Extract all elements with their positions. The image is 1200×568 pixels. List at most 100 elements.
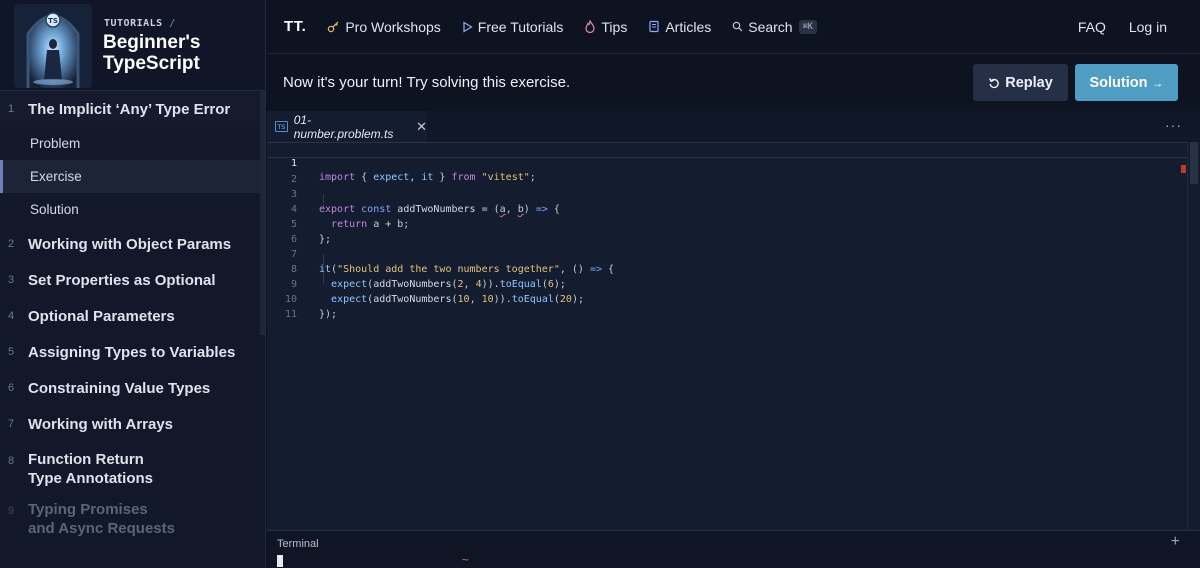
lesson-item-current[interactable]: 1 The Implicit ‘Any’ Type Error: [0, 91, 260, 127]
nav-pro-workshops[interactable]: Pro Workshops: [327, 18, 441, 35]
arrow-right-icon: →: [1151, 75, 1164, 90]
lesson-number: 9: [8, 505, 15, 517]
code-line[interactable]: 4 return a + b;: [267, 187, 1187, 230]
breadcrumb-separator: /: [169, 18, 176, 29]
course-header: TS TUTORIALS / Beginner's TypeScript: [0, 0, 265, 91]
editor-scrollbar[interactable]: [1187, 142, 1200, 530]
plus-icon[interactable]: +: [1171, 533, 1180, 551]
lesson-title: Working with Arrays: [28, 415, 174, 433]
play-outline-icon: [463, 20, 473, 33]
site-logo[interactable]: TT.: [284, 18, 306, 35]
subitem-solution[interactable]: Solution: [0, 193, 260, 226]
lesson-number: 3: [8, 274, 15, 286]
lesson-title: Assigning Types to Variables: [28, 343, 236, 361]
lesson-number: 1: [8, 103, 15, 115]
code-line[interactable]: 3 export const addTwoNumbers = (a, b) =>…: [267, 172, 1187, 215]
terminal-cursor[interactable]: [277, 555, 283, 567]
code-line[interactable]: 5 };: [267, 202, 1187, 245]
code-line[interactable]: 10 });: [267, 277, 1187, 320]
lesson-item[interactable]: 3 Set Properties as Optional: [0, 262, 260, 298]
lesson-item[interactable]: 7 Working with Arrays: [0, 406, 260, 442]
course-title-line2: TypeScript: [103, 53, 200, 74]
exercise-prompt-bar: Now it's your turn! Try solving this exe…: [267, 55, 1200, 111]
lesson-title: Typing Promises and Async Requests: [28, 500, 175, 538]
svg-text:TS: TS: [48, 17, 58, 25]
lesson-title-line2: Type Annotations: [28, 470, 153, 487]
editor-tab-bar: TS 01-number.problem.ts ✕ ···: [267, 111, 1200, 142]
replay-button[interactable]: Replay: [973, 64, 1068, 101]
error-marker: [1181, 165, 1186, 173]
breadcrumb-label[interactable]: TUTORIALS: [104, 18, 163, 29]
subitem-exercise[interactable]: Exercise: [0, 160, 260, 193]
nav-right: FAQ Log in: [1078, 0, 1167, 54]
lesson-item[interactable]: 8 Function Return Type Annotations: [0, 442, 260, 497]
close-icon[interactable]: ✕: [416, 119, 427, 135]
lesson-title-line2: and Async Requests: [28, 520, 175, 537]
nav-articles[interactable]: Articles: [648, 19, 711, 35]
lesson-title: Optional Parameters: [28, 307, 175, 325]
lesson-item[interactable]: 2 Working with Object Params: [0, 226, 260, 262]
scrollbar-thumb[interactable]: [1190, 142, 1198, 184]
key-icon: [328, 21, 339, 33]
nav-login[interactable]: Log in: [1129, 19, 1167, 35]
code-editor: TS 01-number.problem.ts ✕ ··· 1 import {…: [267, 111, 1200, 530]
code-line[interactable]: 1 import { expect, it } from "vitest";: [267, 142, 1187, 183]
nav-label: Tips: [601, 18, 628, 35]
code-line[interactable]: 7 it("Should add the two numbers togethe…: [267, 232, 1187, 275]
lesson-number: 7: [8, 418, 15, 430]
editor-tab[interactable]: TS 01-number.problem.ts ✕: [267, 111, 427, 142]
course-artwork[interactable]: TS: [14, 4, 92, 88]
nav-faq[interactable]: FAQ: [1078, 19, 1106, 35]
replay-label: Replay: [1005, 74, 1053, 91]
line-number: 11: [284, 309, 297, 320]
lesson-item[interactable]: 5 Assigning Types to Variables: [0, 334, 260, 370]
subitem-label: Exercise: [30, 169, 82, 184]
code-line[interactable]: 8 expect(addTwoNumbers(2, 4)).toEqual(6)…: [267, 247, 1187, 290]
search-icon: [732, 21, 743, 32]
terminal-panel: Terminal + ~: [267, 530, 1200, 568]
top-nav: TT. Pro Workshops Free Tutorials Tips Ar…: [267, 0, 1200, 54]
code-line[interactable]: 11: [267, 292, 1187, 320]
tab-filename: 01-number.problem.ts: [293, 112, 394, 141]
ellipsis-icon[interactable]: ···: [1165, 117, 1182, 133]
course-title: Beginner's TypeScript: [103, 32, 253, 74]
subitem-label: Problem: [30, 136, 81, 151]
lesson-item[interactable]: 4 Optional Parameters: [0, 298, 260, 334]
lesson-number: 6: [8, 382, 15, 394]
nav-tips[interactable]: Tips: [584, 19, 627, 35]
lesson-item[interactable]: 9 Typing Promises and Async Requests: [0, 497, 260, 552]
subitem-problem[interactable]: Problem: [0, 127, 260, 160]
lesson-title: Set Properties as Optional: [28, 271, 216, 289]
sidebar-scrollbar[interactable]: [260, 91, 265, 335]
lesson-title: Constraining Value Types: [28, 379, 211, 397]
line-code: });: [319, 309, 338, 320]
nav-label: Search: [748, 18, 793, 35]
code-area[interactable]: 1 import { expect, it } from "vitest"; 2…: [267, 142, 1187, 530]
code-line[interactable]: 2: [267, 157, 1187, 185]
nav-label: Articles: [665, 18, 712, 35]
lesson-title-line1: Function Return: [28, 451, 144, 468]
nav-search[interactable]: Search ⌘K: [732, 19, 817, 35]
solution-label: Solution: [1089, 74, 1148, 91]
lesson-number: 5: [8, 346, 15, 358]
lesson-number: 2: [8, 238, 15, 250]
breadcrumb[interactable]: TUTORIALS /: [104, 18, 176, 29]
lesson-title-line1: Typing Promises: [28, 501, 148, 518]
ts-file-icon: TS: [275, 121, 288, 132]
nav-label: Free Tutorials: [477, 18, 564, 35]
exercise-prompt: Now it's your turn! Try solving this exe…: [283, 74, 571, 91]
course-title-line1: Beginner's: [103, 32, 201, 53]
lesson-list: 1 The Implicit ‘Any’ Type Error Problem …: [0, 91, 260, 552]
lesson-number: 8: [8, 455, 15, 467]
lesson-title: Function Return Type Annotations: [28, 450, 153, 488]
nav-label: Pro Workshops: [345, 18, 441, 35]
code-line[interactable]: 9 expect(addTwoNumbers(10, 10)).toEqual(…: [267, 262, 1187, 305]
nav-free-tutorials[interactable]: Free Tutorials: [462, 18, 564, 35]
article-icon: [649, 20, 659, 33]
code-line[interactable]: 6: [267, 217, 1187, 245]
solution-button[interactable]: Solution →: [1075, 64, 1178, 101]
lesson-item[interactable]: 6 Constraining Value Types: [0, 370, 260, 406]
flame-icon: [585, 20, 595, 33]
sidebar: TS TUTORIALS / Beginner's TypeScript 1 T…: [0, 0, 266, 568]
lesson-title: The Implicit ‘Any’ Type Error: [28, 100, 231, 118]
